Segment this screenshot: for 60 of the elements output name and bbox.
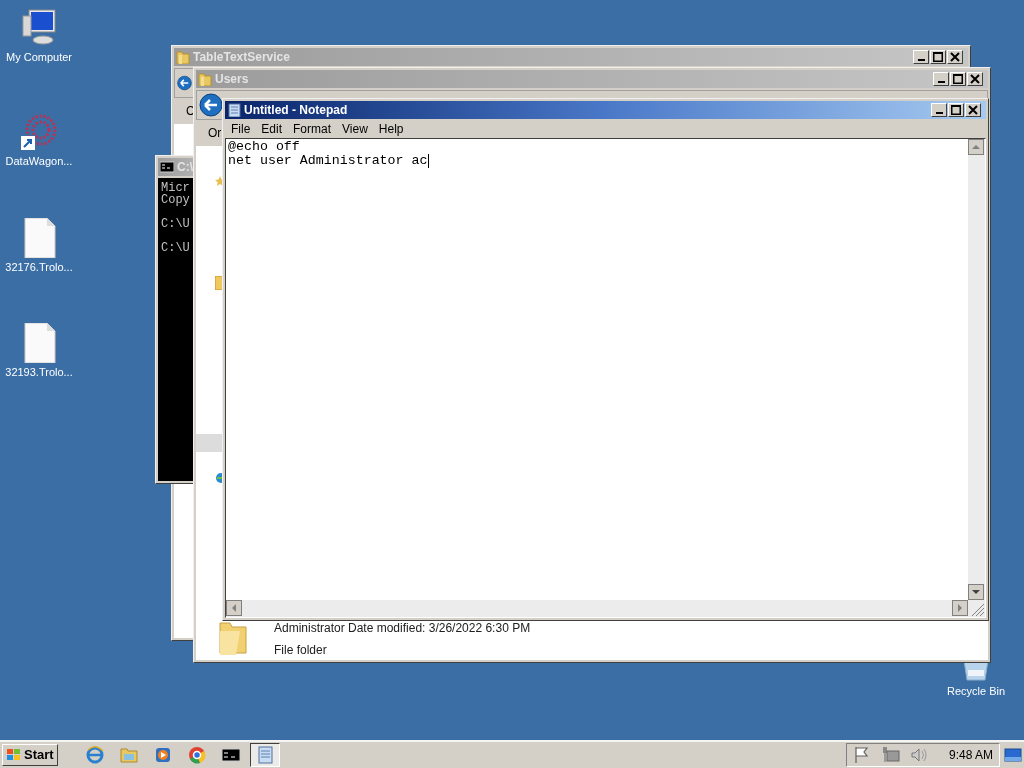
taskbar-button[interactable]	[249, 743, 280, 767]
icon-label[interactable]: 32193.Trolo...	[5, 366, 73, 380]
minimize-button[interactable]	[913, 50, 929, 64]
close-button[interactable]	[967, 72, 983, 86]
network-icon[interactable]	[881, 745, 901, 765]
text-line: net user Administrator ac	[228, 154, 429, 168]
maximize-icon	[933, 52, 943, 62]
windows-logo-icon	[6, 748, 22, 762]
minimize-button[interactable]	[931, 103, 947, 117]
close-button[interactable]	[947, 50, 963, 64]
text-line: @echo off	[228, 140, 301, 154]
icon-label[interactable]: My Computer	[6, 51, 72, 65]
menu-item[interactable]: Help	[374, 119, 408, 138]
console-icon	[160, 160, 174, 174]
computer-icon[interactable]	[19, 8, 59, 48]
close-icon	[968, 105, 978, 115]
folder-icon	[176, 50, 190, 64]
menu-item[interactable]: File	[227, 119, 255, 138]
clock[interactable]: 9:48 AM	[948, 746, 993, 764]
maximize-button[interactable]	[930, 50, 946, 64]
menu-item[interactable]: Format	[289, 119, 336, 138]
file-type: File folder	[274, 642, 328, 659]
menu-item[interactable]: View	[338, 119, 372, 138]
icon-label[interactable]: DataWagon...	[5, 155, 73, 169]
icon-label[interactable]: 32176.Trolo...	[5, 261, 73, 275]
minimize-icon	[937, 81, 945, 83]
snowflake-shortcut-icon[interactable]	[19, 112, 59, 152]
maximize-icon	[953, 74, 963, 84]
maximize-button[interactable]	[950, 72, 966, 86]
folder-icon	[118, 745, 139, 765]
browser-e-icon	[84, 745, 105, 765]
notepad-icon	[227, 103, 241, 117]
maximize-icon	[951, 105, 961, 115]
chrome-ball-icon	[186, 745, 207, 765]
window-title: Untitled - Notepad	[244, 102, 348, 119]
close-icon	[950, 52, 960, 62]
close-button[interactable]	[965, 103, 981, 117]
console-line: Micr	[161, 182, 191, 194]
vertical-scrollbar[interactable]	[968, 139, 985, 600]
folder-icon	[198, 72, 212, 86]
menu-item[interactable]: Edit	[257, 119, 287, 138]
minimize-icon	[935, 112, 943, 114]
minimize-icon	[917, 59, 925, 61]
text-area[interactable]: @echo off net user Administrator ac	[226, 139, 968, 600]
maximize-button[interactable]	[948, 103, 964, 117]
close-icon	[970, 74, 980, 84]
console-line: Copy	[161, 194, 191, 206]
console-line: C:\U	[161, 242, 191, 254]
window-title: TableTextService	[193, 49, 290, 66]
horizontal-scrollbar[interactable]	[226, 600, 985, 617]
file-name-and-date: Administrator Date modified: 3/26/2022 6:30 PM	[274, 620, 531, 637]
minimize-button[interactable]	[933, 72, 949, 86]
window-title: Users	[215, 71, 249, 88]
icon-label[interactable]: Recycle Bin	[946, 685, 1006, 699]
show-desktop-icon[interactable]	[1004, 747, 1022, 763]
folder-icon	[218, 619, 248, 655]
toolbar-text[interactable]: Or	[208, 124, 222, 142]
window-title: C:\	[177, 159, 193, 176]
start-button[interactable]: Start	[2, 744, 58, 766]
console-line: C:\U	[161, 218, 191, 230]
